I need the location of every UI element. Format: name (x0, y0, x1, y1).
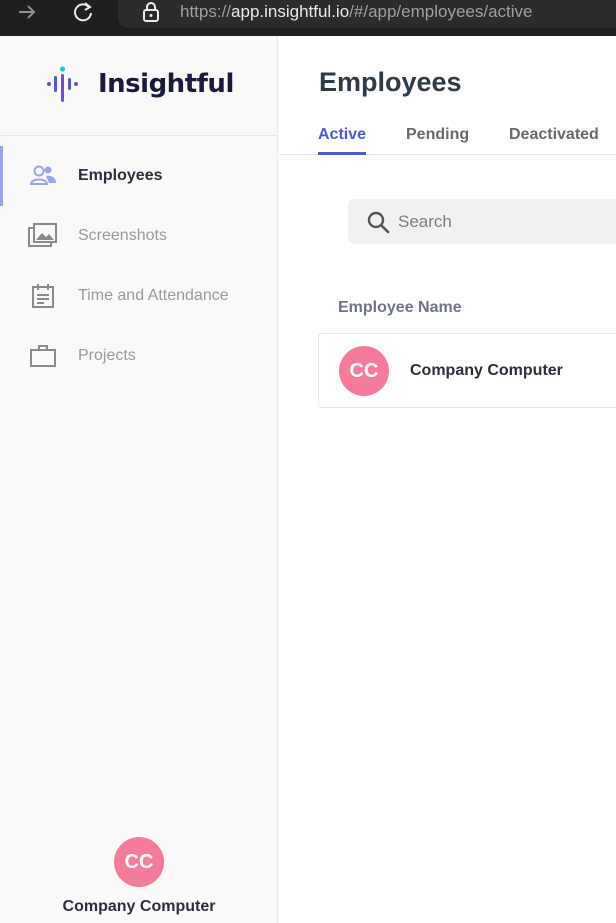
main-content: Employees Active Pending Deactivated Emp… (279, 36, 616, 923)
sidebar: Insightful Employees Screenshots Time an… (0, 36, 278, 923)
url-scheme: https:// (180, 2, 232, 21)
tab-pending[interactable]: Pending (406, 126, 469, 144)
people-icon (28, 161, 58, 191)
search-box (348, 199, 616, 244)
url-text: https://app.insightful.io/#/app/employee… (180, 2, 533, 22)
browser-toolbar: https://app.insightful.io/#/app/employee… (0, 0, 616, 36)
sidebar-item-employees[interactable]: Employees (0, 146, 278, 206)
current-user[interactable]: CC Company Computer (0, 837, 278, 916)
active-tab-indicator (318, 152, 366, 155)
reload-button[interactable] (70, 0, 96, 24)
sidebar-item-label: Time and Attendance (78, 287, 229, 304)
column-header-employee-name[interactable]: Employee Name (338, 299, 462, 317)
user-name: Company Computer (62, 898, 216, 915)
sidebar-item-label: Projects (78, 347, 136, 364)
avatar: CC (114, 837, 164, 887)
sidebar-divider (0, 135, 278, 136)
lock-icon (143, 2, 159, 22)
sidebar-item-label: Screenshots (78, 227, 167, 244)
url-path: /#/app/employees/active (349, 2, 533, 21)
sidebar-item-screenshots[interactable]: Screenshots (0, 206, 278, 266)
search-input[interactable] (398, 199, 608, 244)
search-icon (367, 211, 390, 234)
sidebar-item-label: Employees (78, 167, 163, 184)
logo[interactable]: Insightful (46, 64, 234, 104)
tab-deactivated[interactable]: Deactivated (509, 126, 599, 144)
insightful-logo-icon (47, 66, 78, 102)
avatar: CC (339, 346, 389, 396)
arrow-right-icon (19, 5, 36, 19)
url-host: app.insightful.io (231, 2, 350, 21)
images-icon (28, 221, 58, 251)
reload-icon (74, 2, 92, 22)
employee-name: Company Computer (410, 362, 563, 379)
address-bar[interactable]: https://app.insightful.io/#/app/employee… (118, 0, 616, 28)
sidebar-item-projects[interactable]: Projects (0, 326, 278, 386)
calendar-icon (28, 281, 58, 311)
briefcase-icon (28, 341, 58, 371)
sidebar-item-time-and-attendance[interactable]: Time and Attendance (0, 266, 278, 326)
tab-bar: Active Pending Deactivated (279, 116, 616, 155)
table-row[interactable]: CC Company Computer (318, 333, 616, 408)
tab-active[interactable]: Active (318, 126, 366, 144)
page-title: Employees (319, 67, 462, 97)
logo-text: Insightful (98, 69, 234, 99)
forward-button[interactable] (14, 0, 40, 24)
